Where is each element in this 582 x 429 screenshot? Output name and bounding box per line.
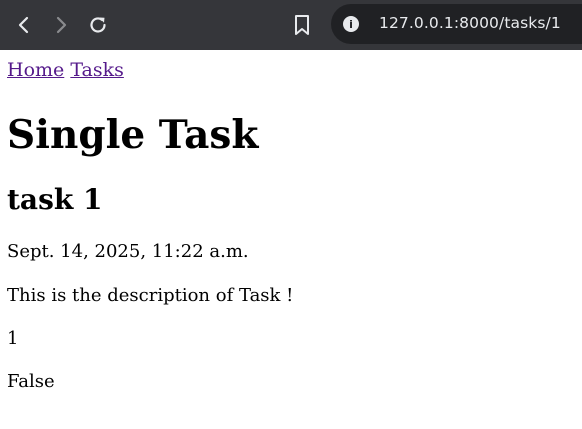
task-completed-status: False: [7, 371, 55, 392]
task-name: task 1: [7, 183, 103, 216]
browser-toolbar: i 127.0.0.1:8000/tasks/1: [0, 0, 582, 50]
arrow-left-icon: [18, 16, 29, 34]
reload-icon: [90, 17, 106, 33]
site-info-icon[interactable]: i: [343, 16, 359, 32]
tasks-link[interactable]: Tasks: [70, 59, 124, 81]
page-title: Single Task: [7, 112, 259, 158]
address-bar[interactable]: i 127.0.0.1:8000/tasks/1: [331, 4, 582, 44]
forward-button[interactable]: [45, 9, 77, 41]
arrow-right-icon: [56, 16, 67, 34]
bookmark-icon: [295, 15, 309, 35]
breadcrumb: Home Tasks: [7, 59, 124, 81]
reload-button[interactable]: [82, 9, 114, 41]
back-button[interactable]: [8, 9, 40, 41]
home-link[interactable]: Home: [7, 59, 64, 81]
task-number: 1: [7, 328, 19, 349]
task-description: This is the description of Task !: [7, 285, 294, 306]
url-text[interactable]: 127.0.0.1:8000/tasks/1: [379, 14, 561, 32]
bookmark-button[interactable]: [289, 11, 315, 39]
task-created-date: Sept. 14, 2025, 11:22 a.m.: [7, 241, 249, 262]
